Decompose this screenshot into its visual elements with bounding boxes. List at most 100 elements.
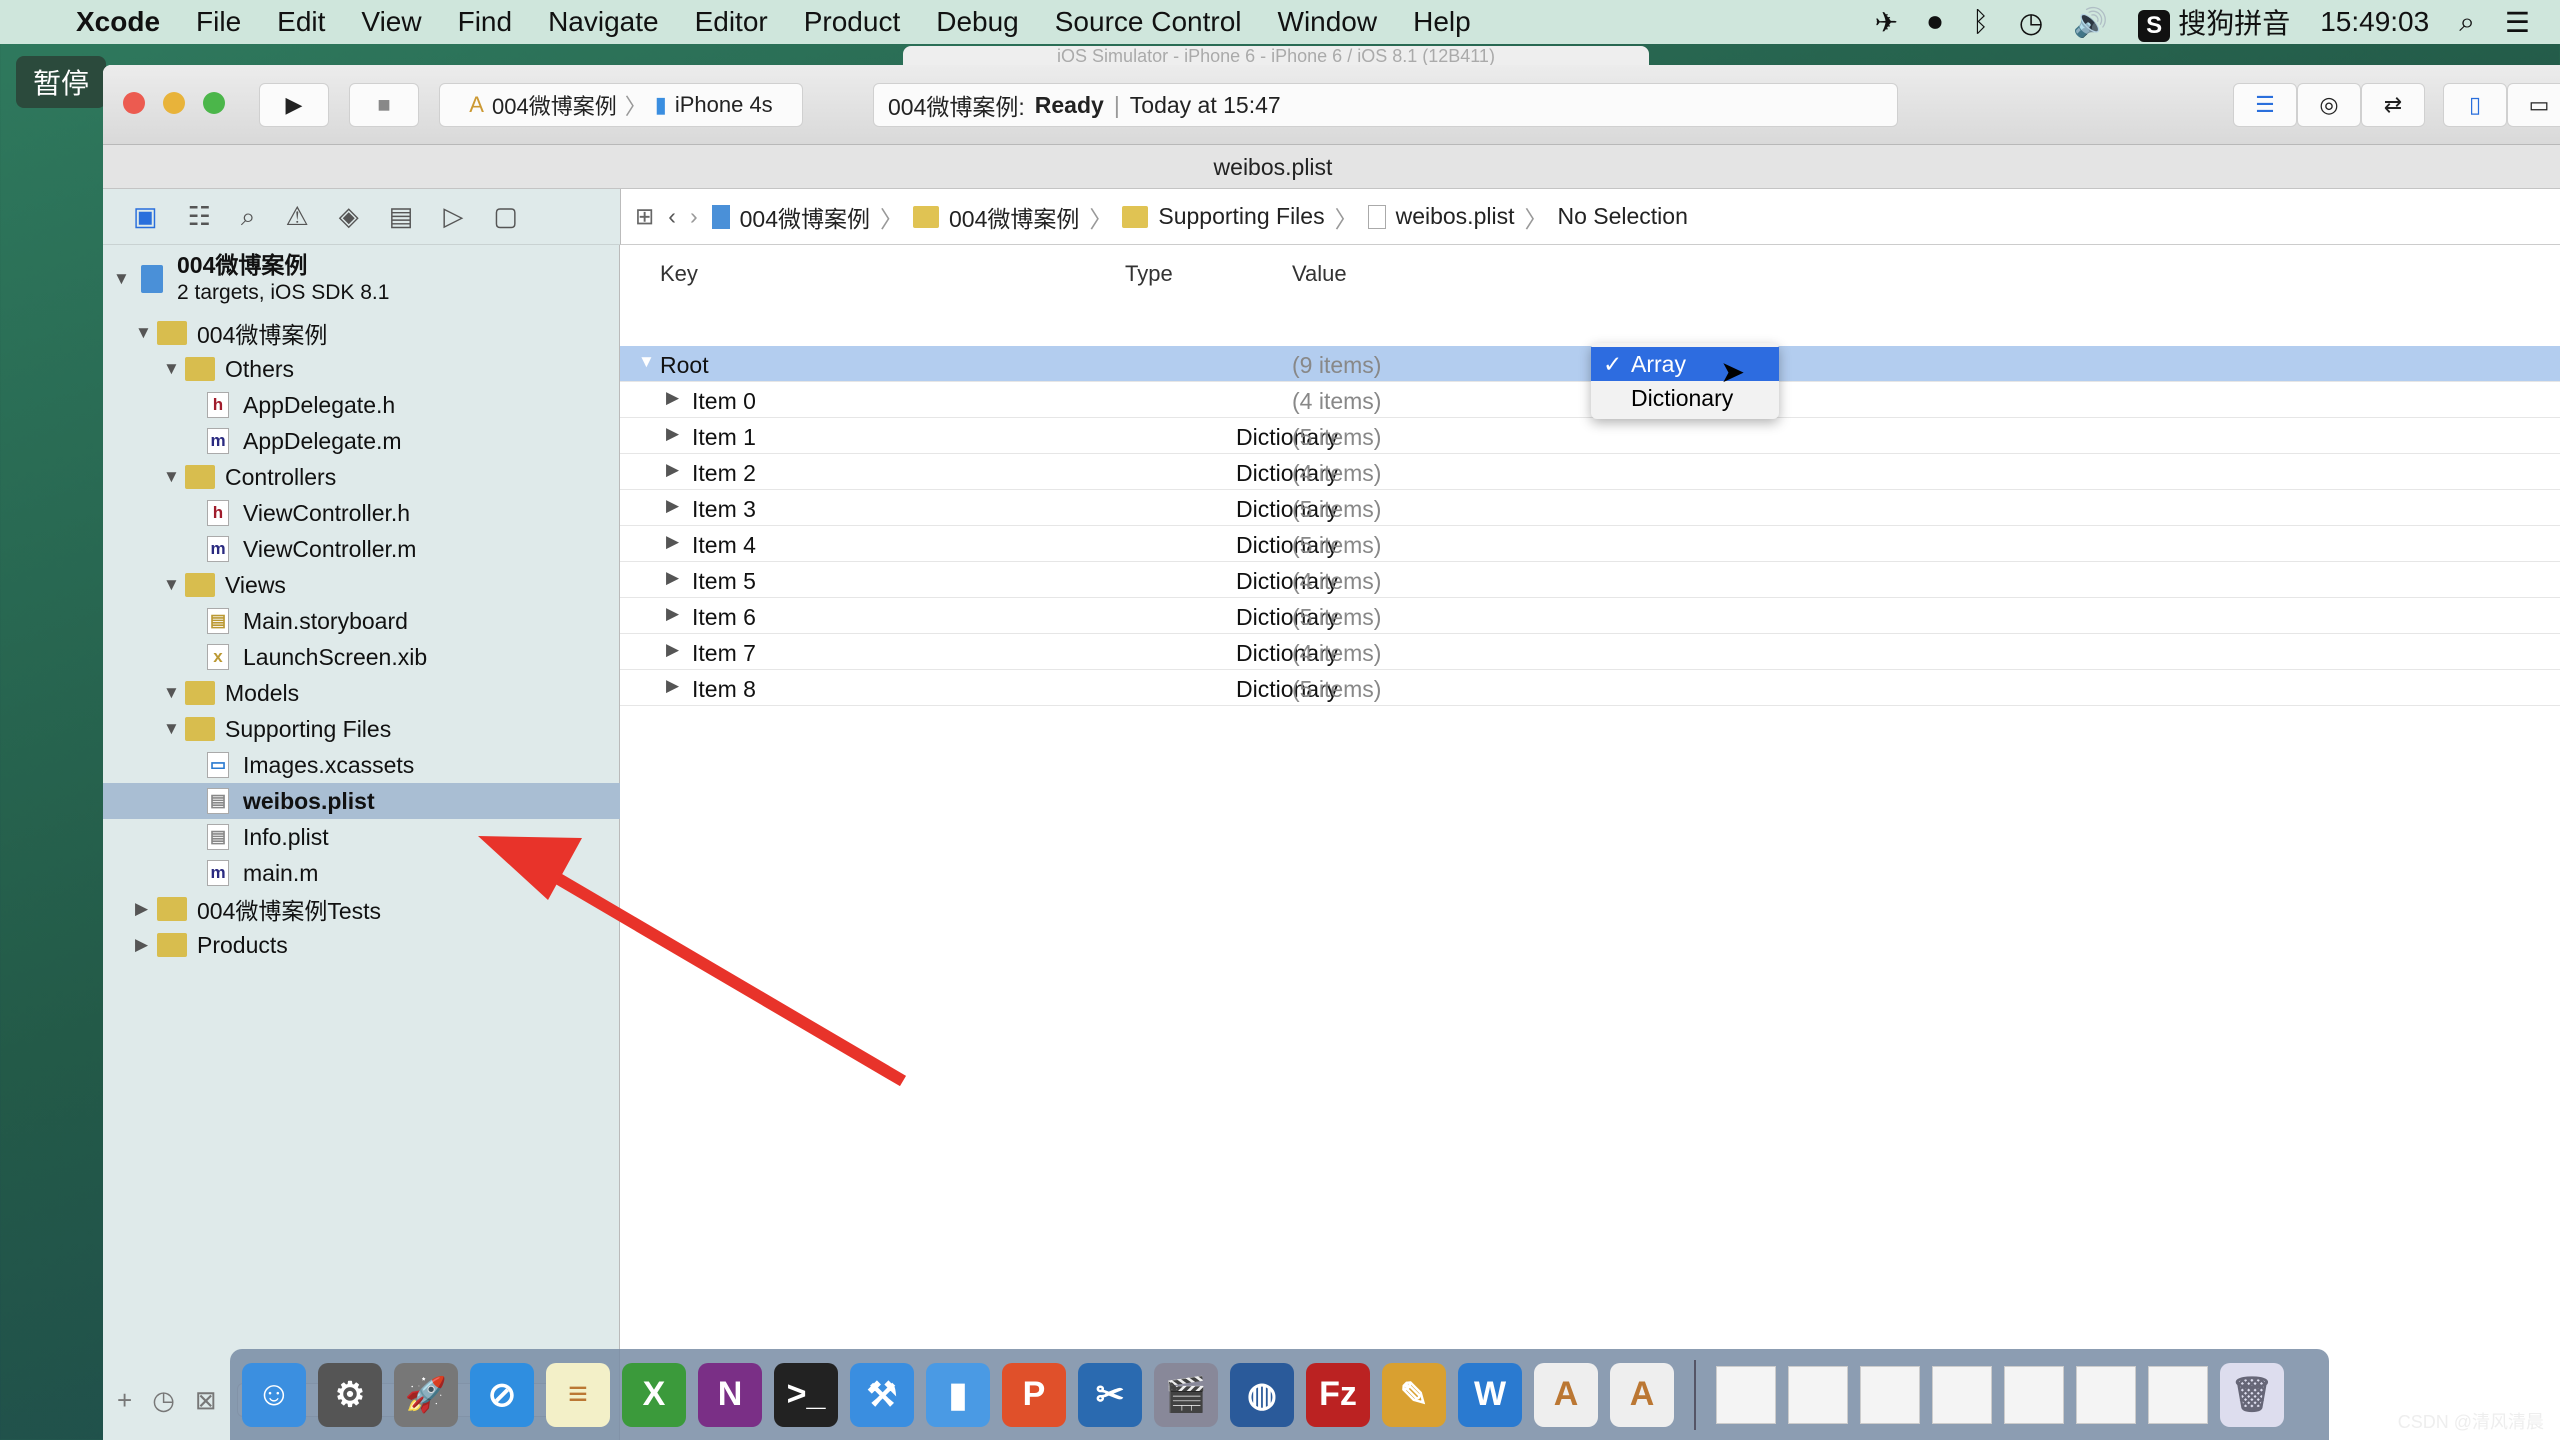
dock-xcode-icon[interactable]: ⚒ (850, 1362, 914, 1427)
dock-finder-icon[interactable]: ☺ (242, 1362, 306, 1427)
report-navigator-icon[interactable]: ▢ (493, 201, 518, 232)
disclosure-open-icon[interactable]: ▼ (163, 575, 185, 595)
time-machine-icon[interactable]: ◷ (2019, 6, 2043, 39)
breadcrumb-item[interactable]: No Selection (1557, 203, 1687, 230)
plist-row-root[interactable]: ▼ Root (9 items) (620, 346, 2560, 382)
dock-trash-icon[interactable]: 🗑 (2220, 1362, 2284, 1427)
clock[interactable]: 15:49:03 (2320, 6, 2429, 38)
disclosure-closed-icon[interactable]: ▶ (666, 388, 679, 408)
disclosure-closed-icon[interactable]: ▶ (666, 604, 679, 624)
navigator-item[interactable]: ▼ Views (103, 567, 620, 603)
toggle-navigator-button[interactable]: ▯ (2443, 83, 2507, 127)
run-button[interactable]: ▶ (259, 83, 329, 127)
disclosure-closed-icon[interactable]: ▶ (666, 568, 679, 588)
disclosure-open-icon[interactable]: ▼ (135, 323, 157, 343)
dock-system-preferences-icon[interactable]: ⚙ (318, 1362, 382, 1427)
disclosure-open-icon[interactable]: ▼ (163, 719, 185, 739)
dock-powerpoint-icon[interactable]: P (1002, 1362, 1066, 1427)
assistant-editor-button[interactable]: ◎ (2297, 83, 2361, 127)
plist-row[interactable]: ▶ Item 0 (4 items) (620, 382, 2560, 418)
back-button[interactable]: ‹ (668, 203, 676, 230)
dock-word-icon[interactable]: W (1458, 1362, 1522, 1427)
version-editor-button[interactable]: ⇄ (2361, 83, 2425, 127)
related-items-icon[interactable]: ⊞ (635, 203, 654, 230)
navigator-item[interactable]: ▶ 004微博案例Tests (103, 891, 620, 927)
plist-row[interactable]: ▶ Item 6 Dictionary (5 items) (620, 598, 2560, 634)
airplane-icon[interactable]: ✈ (1875, 6, 1898, 39)
disclosure-closed-icon[interactable]: ▶ (666, 532, 679, 552)
disclosure-open-icon[interactable]: ▼ (163, 359, 185, 379)
toggle-debug-area-button[interactable]: ▭ (2507, 83, 2560, 127)
disclosure-closed-icon[interactable]: ▶ (666, 640, 679, 660)
navigator-item[interactable]: m ViewController.m (103, 531, 620, 567)
dock-minimized-window[interactable] (2004, 1365, 2064, 1424)
breadcrumb-item[interactable]: weibos.plist (1396, 203, 1515, 230)
volume-icon[interactable]: 🔊 (2073, 6, 2108, 39)
disclosure-closed-icon[interactable]: ▶ (135, 899, 157, 919)
type-option-dictionary[interactable]: Dictionary (1591, 381, 1779, 415)
minimize-button[interactable] (163, 92, 185, 114)
breadcrumb-item[interactable]: Supporting Files (1158, 203, 1324, 230)
disclosure-closed-icon[interactable]: ▶ (666, 460, 679, 480)
menu-window[interactable]: Window (1278, 6, 1378, 38)
dock-launchpad-icon[interactable]: 🚀 (394, 1362, 458, 1427)
close-button[interactable] (123, 92, 145, 114)
recent-files-icon[interactable]: ◷ (152, 1385, 175, 1416)
dock-safari-icon[interactable]: ⊘ (470, 1362, 534, 1427)
dock-notes-icon[interactable]: ≡ (546, 1362, 610, 1427)
screen-record-icon[interactable]: ⏺ (1928, 6, 1942, 39)
standard-editor-button[interactable]: ☰ (2233, 83, 2297, 127)
type-option-array[interactable]: Array (1591, 347, 1779, 381)
dock-terminal-icon[interactable]: >_ (774, 1362, 838, 1427)
scheme-selector[interactable]: A 004微博案例〉 ▮ iPhone 4s (439, 83, 803, 127)
dock-onenote-icon[interactable]: N (698, 1362, 762, 1427)
dock-video-app-icon[interactable]: 🎬 (1154, 1362, 1218, 1427)
menu-source-control[interactable]: Source Control (1055, 6, 1242, 38)
disclosure-open-icon[interactable]: ▼ (163, 683, 185, 703)
breadcrumb-item[interactable]: 004微博案例 (949, 200, 1079, 234)
dock-simulator-icon[interactable]: ▮ (926, 1362, 990, 1427)
plist-row[interactable]: ▶ Item 7 Dictionary (4 items) (620, 634, 2560, 670)
symbol-navigator-icon[interactable]: ☷ (188, 201, 211, 232)
menu-help[interactable]: Help (1413, 6, 1471, 38)
navigator-item[interactable]: ▤ weibos.plist (103, 783, 620, 819)
column-header-type[interactable]: Type (1125, 261, 1173, 287)
dock-ftp-app-icon[interactable]: ◍ (1230, 1362, 1294, 1427)
dock-minimized-window[interactable] (1932, 1365, 1992, 1424)
disclosure-open-icon[interactable]: ▼ (638, 352, 655, 372)
menu-editor[interactable]: Editor (695, 6, 768, 38)
navigator-item[interactable]: h AppDelegate.h (103, 387, 620, 423)
navigator-item[interactable]: ▼ Controllers (103, 459, 620, 495)
plist-row[interactable]: ▶ Item 3 Dictionary (5 items) (620, 490, 2560, 526)
dock-xcode-doc-2-icon[interactable]: A (1610, 1362, 1674, 1427)
test-navigator-icon[interactable]: ◈ (339, 201, 359, 232)
menu-navigate[interactable]: Navigate (548, 6, 659, 38)
plist-row[interactable]: ▶ Item 1 Dictionary (5 items) (620, 418, 2560, 454)
project-root[interactable]: ▼ 004微博案例 2 targets, iOS SDK 8.1 (103, 251, 620, 307)
navigator-item[interactable]: ▤ Main.storyboard (103, 603, 620, 639)
dock-instruments-icon[interactable]: ✎ (1382, 1362, 1446, 1427)
stop-button[interactable]: ■ (349, 83, 419, 127)
find-navigator-icon[interactable]: ⌕ (241, 201, 256, 233)
navigator-item[interactable]: ▼ Others (103, 351, 620, 387)
navigator-item[interactable]: ▭ Images.xcassets (103, 747, 620, 783)
column-header-value[interactable]: Value (1292, 261, 1347, 287)
disclosure-closed-icon[interactable]: ▶ (666, 496, 679, 516)
dock-minimized-window[interactable] (1716, 1365, 1776, 1424)
source-control-filter-icon[interactable]: ⊠ (195, 1385, 217, 1416)
project-navigator-icon[interactable]: ▣ (133, 201, 158, 232)
dock-excel-icon[interactable]: X (622, 1362, 686, 1427)
menu-debug[interactable]: Debug (936, 6, 1019, 38)
navigator-item[interactable]: h ViewController.h (103, 495, 620, 531)
menu-file[interactable]: File (196, 6, 241, 38)
menu-find[interactable]: Find (458, 6, 512, 38)
debug-navigator-icon[interactable]: ▤ (389, 201, 414, 232)
breadcrumb-item[interactable]: 004微博案例 (740, 200, 870, 234)
dock-minimized-window[interactable] (2148, 1365, 2208, 1424)
breakpoint-navigator-icon[interactable]: ▷ (443, 201, 463, 232)
dock-xcode-doc-1-icon[interactable]: A (1534, 1362, 1598, 1427)
navigator-item[interactable]: m AppDelegate.m (103, 423, 620, 459)
disclosure-open-icon[interactable]: ▼ (163, 467, 185, 487)
bluetooth-icon[interactable]: ᛒ (1972, 6, 1989, 38)
plist-row[interactable]: ▶ Item 4 Dictionary (5 items) (620, 526, 2560, 562)
